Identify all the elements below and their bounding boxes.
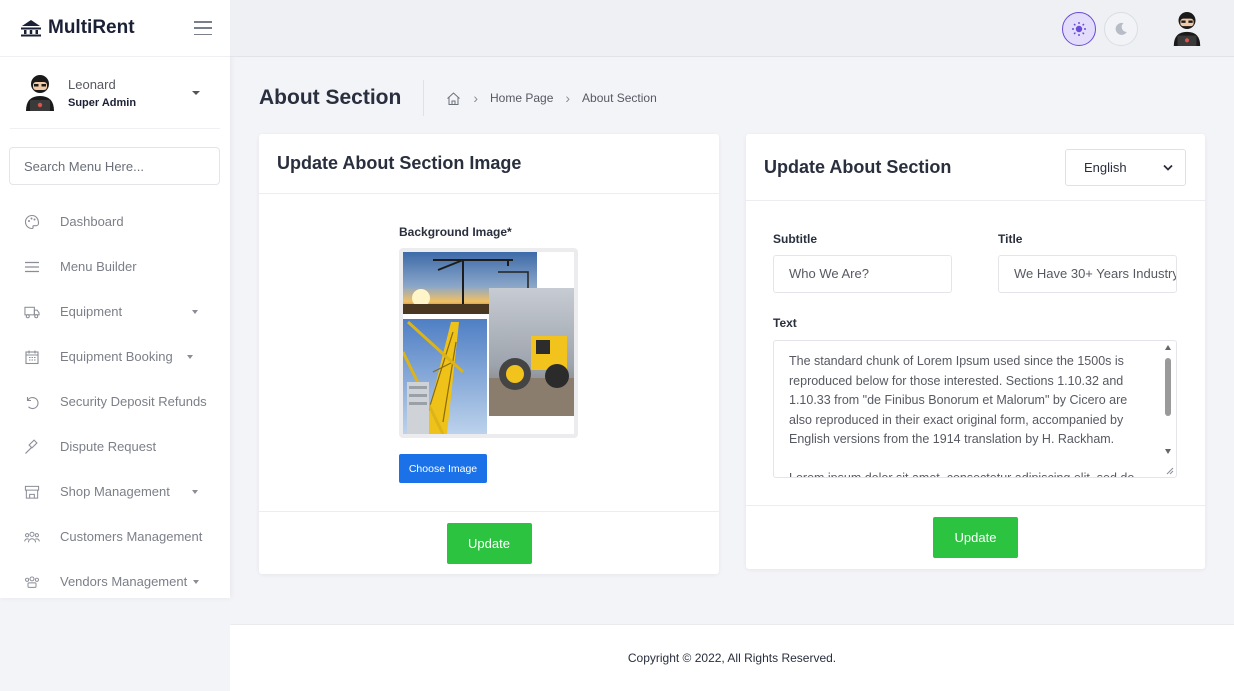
subtitle-input[interactable]: Who We Are? [773, 255, 952, 293]
sidebar-item-dispute-request[interactable]: Dispute Request [0, 424, 230, 469]
truck-icon [24, 304, 40, 320]
copyright-text: Copyright © 2022, All Rights Reserved. [627, 651, 837, 665]
sidebar-item-dashboard[interactable]: Dashboard [0, 199, 230, 244]
user-role: Super Admin [68, 96, 137, 109]
bars-icon [24, 259, 40, 275]
sidebar-item-label: Dashboard [60, 214, 124, 229]
sidebar-menu: Dashboard Menu Builder Equipment Equipme… [0, 199, 230, 598]
sidebar-item-menu-builder[interactable]: Menu Builder [0, 244, 230, 289]
language-select-value: English [1084, 159, 1127, 175]
sidebar: MultiRent Leonard Super Admin Dashboard [0, 0, 230, 598]
users-group-icon [24, 574, 40, 590]
title-input[interactable]: We Have 30+ Years Industry Experience [998, 255, 1177, 293]
users-icon [24, 529, 40, 545]
sidebar-item-label: Menu Builder [60, 259, 137, 274]
calendar-icon [24, 349, 40, 365]
sidebar-item-label: Vendors Management [60, 574, 188, 589]
sidebar-item-equipment[interactable]: Equipment [0, 289, 230, 334]
undo-icon [24, 394, 40, 410]
breadcrumb-current: About Section [582, 91, 657, 105]
text-label: Text [773, 316, 797, 330]
background-image-label: Background Image* [399, 225, 512, 239]
sidebar-item-equipment-booking[interactable]: Equipment Booking [0, 334, 230, 379]
breadcrumb-home[interactable]: Home Page [490, 91, 553, 105]
avatar[interactable] [1170, 10, 1204, 48]
card-header: Update About Section Image [259, 134, 719, 194]
sidebar-item-customers-management[interactable]: Customers Management [0, 514, 230, 559]
page-title: About Section [259, 86, 402, 109]
logo-bar: MultiRent [0, 0, 230, 57]
sidebar-item-label: Shop Management [60, 484, 170, 499]
shop-icon [24, 484, 40, 500]
user-profile[interactable]: Leonard Super Admin [10, 57, 220, 129]
app-name: MultiRent [48, 17, 135, 38]
avatar [26, 74, 54, 111]
sidebar-item-label: Security Deposit Refunds [60, 394, 207, 409]
about-section-card: Update About Section English Subtitle Wh… [746, 134, 1205, 569]
sun-icon [1072, 22, 1086, 36]
title-label: Title [998, 232, 1023, 246]
search-wrap [0, 129, 230, 199]
subtitle-label: Subtitle [773, 232, 817, 246]
text-textarea[interactable]: The standard chunk of Lorem Ipsum used s… [773, 340, 1177, 478]
update-image-button[interactable]: Update [446, 522, 532, 564]
hamburger-menu-icon[interactable] [194, 21, 212, 35]
search-input[interactable] [9, 147, 220, 185]
topbar [230, 0, 1234, 57]
sidebar-item-label: Equipment [60, 304, 123, 319]
dark-theme-button[interactable] [1104, 12, 1138, 46]
divider [423, 80, 425, 116]
sidebar-item-shop-management[interactable]: Shop Management [0, 469, 230, 514]
chevron-down-icon[interactable] [192, 90, 200, 95]
gavel-icon [24, 438, 40, 455]
moon-icon [1115, 22, 1127, 35]
light-theme-button[interactable] [1062, 12, 1096, 46]
card-footer: Update [259, 511, 719, 574]
card-header: Update About Section English [746, 134, 1205, 201]
sidebar-item-security-deposit-refunds[interactable]: Security Deposit Refunds [0, 379, 230, 424]
update-about-button[interactable]: Update [933, 517, 1018, 558]
choose-image-button[interactable]: Choose Image [399, 454, 487, 483]
chevron-right-icon: › [473, 90, 478, 106]
resize-handle-icon[interactable] [1165, 466, 1174, 475]
card-footer: Update [746, 505, 1205, 569]
sidebar-item-label: Customers Management [60, 529, 203, 544]
palette-icon [24, 214, 40, 230]
footer: Copyright © 2022, All Rights Reserved. [230, 624, 1234, 691]
sidebar-item-label: Dispute Request [60, 439, 157, 454]
background-image-preview [399, 248, 578, 438]
chevron-down-icon [191, 489, 198, 494]
sidebar-item-label: Equipment Booking [60, 349, 173, 364]
card-title: Update About Section Image [277, 153, 522, 173]
chevron-down-icon [1163, 164, 1173, 171]
page-header: About Section › Home Page › About Sectio… [259, 80, 657, 116]
textarea-scrollbar[interactable] [1164, 342, 1174, 476]
home-icon[interactable] [446, 91, 461, 106]
logo-icon [21, 20, 41, 37]
breadcrumb: › Home Page › About Section [446, 90, 657, 106]
construction-image [403, 252, 574, 434]
sidebar-item-vendors-management[interactable]: Vendors Management [0, 559, 230, 598]
user-name: Leonard [68, 76, 116, 92]
chevron-down-icon [193, 579, 200, 584]
about-image-card: Update About Section Image Background Im… [259, 134, 719, 574]
chevron-right-icon: › [565, 90, 571, 106]
chevron-down-icon [186, 354, 193, 359]
language-select[interactable]: English [1065, 148, 1186, 186]
chevron-down-icon [192, 309, 198, 314]
card-title: Update About Section [764, 156, 952, 177]
